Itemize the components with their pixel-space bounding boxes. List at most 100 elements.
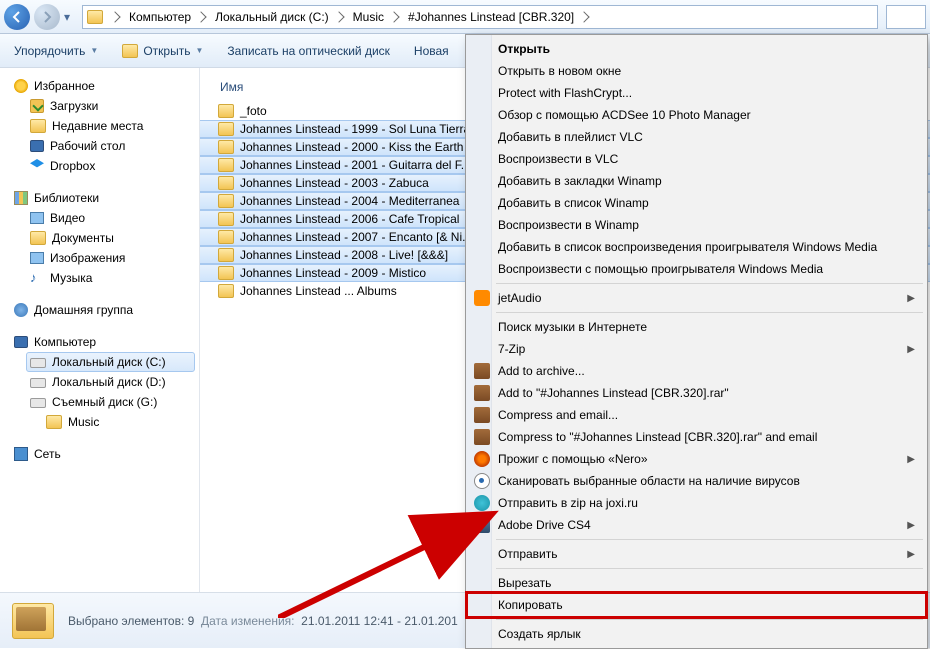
context-menu-item[interactable]: Add to archive... [468, 360, 925, 382]
context-menu: Открыть Открыть в новом окне Protect with … [465, 34, 928, 649]
sidebar-disk-c[interactable]: Локальный диск (C:) [26, 352, 195, 372]
context-menu-item[interactable]: Protect with FlashCrypt... [468, 82, 925, 104]
context-menu-item[interactable]: Воспроизвести в Winamp [468, 214, 925, 236]
context-menu-label: Открыть в новом окне [498, 64, 621, 78]
context-menu-item[interactable]: Прожиг с помощью «Nero»▶ [468, 448, 925, 470]
context-menu-label: Compress to "#Johannes Linstead [CBR.320… [498, 430, 817, 444]
context-menu-item[interactable]: 7-Zip▶ [468, 338, 925, 360]
context-menu-item[interactable]: Compress to "#Johannes Linstead [CBR.320… [468, 426, 925, 448]
breadcrumb[interactable]: Локальный диск (C:) [211, 8, 347, 26]
sidebar-music[interactable]: ♪Музыка [26, 268, 195, 288]
sidebar-documents[interactable]: Документы [26, 228, 195, 248]
context-menu-label: 7-Zip [498, 342, 525, 356]
dropbox-icon [30, 159, 44, 173]
computer-icon [14, 336, 28, 348]
folder-icon [218, 176, 234, 190]
context-menu-item[interactable]: Открыть [468, 38, 925, 60]
homegroup-icon [14, 303, 28, 317]
file-name: Johannes Linstead - 2009 - Mistico [240, 266, 426, 280]
selection-count: Выбрано элементов: 9 [68, 614, 194, 628]
context-menu-item[interactable]: Добавить в список Winamp [468, 192, 925, 214]
context-menu-label: Add to "#Johannes Linstead [CBR.320].rar… [498, 386, 729, 400]
sidebar-desktop[interactable]: Рабочий стол [26, 136, 195, 156]
file-name: _foto [240, 104, 267, 118]
context-menu-item[interactable]: Compress and email... [468, 404, 925, 426]
folder-icon [218, 158, 234, 172]
context-menu-separator [496, 539, 923, 540]
sidebar-computer[interactable]: Компьютер [10, 332, 195, 352]
sidebar-downloads[interactable]: Загрузки [26, 96, 195, 116]
context-menu-item[interactable]: Обзор с помощью ACDSee 10 Photo Manager [468, 104, 925, 126]
context-menu-item[interactable]: Добавить в плейлист VLC [468, 126, 925, 148]
context-menu-item[interactable]: Воспроизвести в VLC [468, 148, 925, 170]
folder-icon [218, 212, 234, 226]
sidebar-video[interactable]: Видео [26, 208, 195, 228]
libraries-icon [14, 191, 28, 205]
context-menu-label: Отправить [498, 547, 558, 561]
open-button[interactable]: Открыть ▼ [116, 41, 209, 61]
burn-button[interactable]: Записать на оптический диск [221, 41, 396, 61]
context-menu-item[interactable]: Открыть в новом окне [468, 60, 925, 82]
context-menu-label: Обзор с помощью ACDSee 10 Photo Manager [498, 108, 751, 122]
file-name: Johannes Linstead - 1999 - Sol Luna Tier… [240, 122, 470, 136]
context-menu-label: Сканировать выбранные области на наличие… [498, 474, 800, 488]
context-menu-label: Отправить в zip на joxi.ru [498, 496, 638, 510]
jet-icon [474, 290, 490, 306]
search-input[interactable] [886, 5, 926, 29]
file-name: Johannes Linstead - 2006 - Cafe Tropical [240, 212, 459, 226]
downloads-icon [30, 99, 44, 113]
sidebar-homegroup[interactable]: Домашняя группа [10, 300, 195, 320]
sidebar-music-folder[interactable]: Music [42, 412, 195, 432]
file-name: Johannes Linstead - 2004 - Mediterranea [240, 194, 459, 208]
context-menu-item[interactable]: Добавить в закладки Winamp [468, 170, 925, 192]
sidebar-disk-d[interactable]: Локальный диск (D:) [26, 372, 195, 392]
context-menu-item[interactable]: Создать ярлык [468, 623, 925, 645]
adobe-icon [474, 517, 490, 533]
file-name: Johannes Linstead - 2003 - Zabuca [240, 176, 429, 190]
context-menu-label: Compress and email... [498, 408, 618, 422]
winrar-icon [474, 429, 490, 445]
context-menu-label: Добавить в плейлист VLC [498, 130, 643, 144]
history-dropdown[interactable]: ▾ [64, 10, 78, 24]
new-folder-button[interactable]: Новая [408, 41, 455, 61]
sidebar-libraries[interactable]: Библиотеки [10, 188, 195, 208]
organize-button[interactable]: Упорядочить ▼ [8, 41, 104, 61]
back-button[interactable] [4, 4, 30, 30]
navigation-sidebar: Избранное Загрузки Недавние места Рабочи… [0, 68, 200, 592]
breadcrumb[interactable]: #Johannes Linstead [CBR.320] [404, 8, 592, 26]
context-menu-label: Поиск музыки в Интернете [498, 320, 647, 334]
context-menu-item[interactable]: Adobe Drive CS4▶ [468, 514, 925, 536]
sidebar-network[interactable]: Сеть [10, 444, 195, 464]
sidebar-disk-g[interactable]: Съемный диск (G:) [26, 392, 195, 412]
context-menu-item[interactable]: Воспроизвести с помощью проигрывателя Wi… [468, 258, 925, 280]
context-menu-item[interactable]: Добавить в список воспроизведения проигр… [468, 236, 925, 258]
context-menu-label: Копировать [498, 598, 563, 612]
context-menu-label: Добавить в список Winamp [498, 196, 649, 210]
context-menu-item[interactable]: Отправить в zip на joxi.ru [468, 492, 925, 514]
folder-icon [218, 194, 234, 208]
breadcrumb[interactable]: Компьютер [125, 8, 209, 26]
context-menu-label: jetAudio [498, 291, 541, 305]
context-menu-item[interactable]: Сканировать выбранные области на наличие… [468, 470, 925, 492]
context-menu-item[interactable]: Копировать [468, 594, 925, 616]
context-menu-item[interactable]: Add to "#Johannes Linstead [CBR.320].rar… [468, 382, 925, 404]
context-menu-label: Создать ярлык [498, 627, 581, 641]
file-name: Johannes Linstead - 2008 - Live! [&&&] [240, 248, 448, 262]
context-menu-item[interactable]: Вырезать [468, 572, 925, 594]
address-bar[interactable]: Компьютер Локальный диск (C:) Music #Joh… [82, 5, 878, 29]
recent-icon [30, 119, 46, 133]
sidebar-pictures[interactable]: Изображения [26, 248, 195, 268]
context-menu-item[interactable]: jetAudio▶ [468, 287, 925, 309]
winrar-icon [474, 385, 490, 401]
folder-icon [218, 248, 234, 262]
joxi-icon [474, 495, 490, 511]
context-menu-item[interactable]: Отправить▶ [468, 543, 925, 565]
context-menu-label: Добавить в закладки Winamp [498, 174, 662, 188]
sidebar-favorites[interactable]: Избранное [10, 76, 195, 96]
forward-button[interactable] [34, 4, 60, 30]
context-menu-item[interactable]: Поиск музыки в Интернете [468, 316, 925, 338]
breadcrumb[interactable]: Music [349, 8, 402, 26]
sidebar-recent[interactable]: Недавние места [26, 116, 195, 136]
network-icon [14, 447, 28, 461]
sidebar-dropbox[interactable]: Dropbox [26, 156, 195, 176]
